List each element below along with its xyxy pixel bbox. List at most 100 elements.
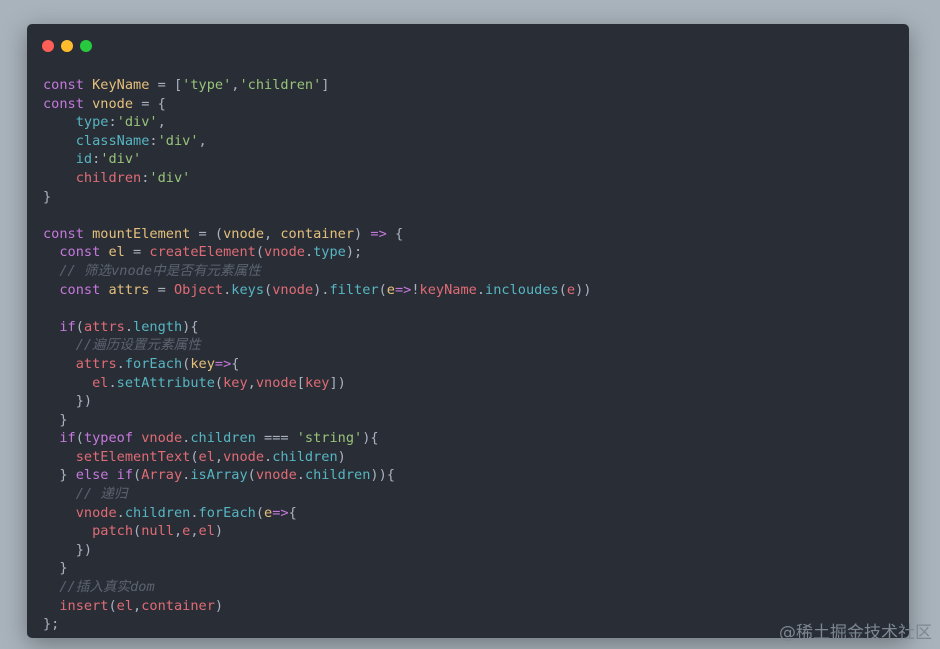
code-token-punct: ). — [313, 281, 330, 298]
code-block: const KeyName = ['type','children'] const… — [43, 76, 893, 634]
code-token-prop: type — [75, 114, 109, 131]
code-token-punct: }; — [43, 616, 60, 633]
code-line: setElementText(el,vnode.children) — [43, 448, 893, 467]
code-line: }) — [43, 541, 893, 560]
code-token-punct: ( — [264, 281, 273, 298]
code-token-keyword: if — [59, 430, 76, 447]
code-token-punct: = ( — [190, 225, 224, 242]
code-token-punct: , — [133, 597, 142, 614]
code-token-ident: vnode — [223, 448, 264, 465]
code-token-ident: el — [92, 374, 109, 391]
code-token-ident: vnode — [141, 430, 183, 447]
code-line: const vnode = { — [43, 95, 893, 114]
code-token-ident: el — [198, 448, 215, 465]
code-token-punct: . — [116, 504, 125, 521]
code-token-punct: { — [288, 504, 297, 521]
code-token-punct: , — [198, 132, 207, 149]
code-token-punct: = { — [133, 95, 166, 112]
code-token-ident: children — [75, 169, 142, 186]
code-token-punct: , — [157, 114, 166, 131]
code-token-punct: , — [214, 448, 224, 465]
code-token-punct: ) — [337, 448, 346, 465]
code-line: patch(null,e,el) — [43, 522, 893, 541]
code-line: //遍历设置元素属性 — [43, 336, 893, 355]
code-token-punct: , — [190, 523, 199, 540]
code-line: } else if(Array.isArray(vnode.children))… — [43, 466, 893, 485]
code-token-func: createElement — [149, 244, 256, 261]
code-token-punct: ) — [214, 523, 224, 540]
code-line: className:'div', — [43, 132, 893, 151]
code-token-ident: keyName — [419, 281, 477, 298]
code-token-param: e — [386, 281, 395, 298]
code-token-ident: null — [141, 523, 174, 540]
code-token-var: KeyName — [92, 77, 150, 93]
code-token-ident: Array — [141, 467, 183, 484]
code-token-string: 'div' — [116, 114, 158, 131]
code-token-punct: . — [304, 244, 314, 261]
code-token-keyword: const — [59, 244, 109, 261]
code-token-prop: children — [190, 430, 256, 447]
code-token-ident: el — [116, 597, 134, 614]
code-token-prop: children — [272, 448, 338, 465]
code-line: const el = createElement(vnode.type); — [43, 243, 893, 262]
code-token-func: patch — [92, 523, 134, 540]
code-token-punct: } — [59, 411, 68, 428]
code-token-punct: ( — [255, 244, 265, 261]
code-token-param: vnode — [223, 225, 264, 242]
code-token-prop: length — [133, 318, 183, 335]
code-token-punct: { — [386, 467, 395, 484]
code-line: }) — [43, 392, 893, 411]
code-token-keyword: => — [370, 225, 387, 242]
code-line: id:'div' — [43, 150, 893, 169]
code-token-prop: incloudes — [485, 281, 559, 298]
code-token-punct: = — [124, 244, 150, 261]
code-line: el.setAttribute(key,vnode[key]) — [43, 374, 893, 393]
code-line: children:'div' — [43, 169, 893, 188]
minimize-dot-icon[interactable] — [61, 40, 73, 52]
code-token-string: 'children' — [239, 77, 322, 93]
code-token-punct: . — [264, 448, 273, 465]
code-token-prop: children — [304, 467, 371, 484]
code-token-ident: vnode — [264, 244, 305, 261]
code-token-ident: el — [198, 523, 215, 540]
close-dot-icon[interactable] — [42, 40, 54, 52]
code-token-punct: } — [59, 560, 68, 577]
code-token-keyword: const — [43, 225, 93, 242]
code-token-punct: : — [108, 114, 117, 131]
code-token-param: container — [280, 225, 355, 242]
code-token-punct: . — [296, 467, 305, 484]
code-token-punct: ( — [190, 448, 199, 465]
code-token-ident: key — [304, 374, 330, 391]
code-line: const KeyName = ['type','children'] — [43, 76, 893, 95]
code-token-punct: : — [149, 132, 158, 149]
code-token-punct: ( — [558, 281, 567, 298]
code-token-keyword: const — [43, 77, 93, 93]
code-token-prop: children — [124, 504, 191, 521]
code-token-comment: // 筛选vnode中是否有元素属性 — [59, 262, 261, 279]
maximize-dot-icon[interactable] — [80, 40, 92, 52]
code-line: // 筛选vnode中是否有元素属性 — [43, 262, 893, 281]
code-token-punct: ( — [255, 504, 265, 521]
code-line: type:'div', — [43, 113, 893, 132]
code-token-var: mountElement — [92, 225, 191, 242]
code-token-punct: . — [190, 504, 199, 521]
code-token-func: insert — [59, 597, 109, 614]
code-token-keyword: => — [394, 281, 412, 298]
code-token-punct: ( — [108, 597, 117, 614]
code-token-ident: Object — [173, 281, 224, 298]
code-token-punct: ( — [75, 318, 84, 335]
code-token-prop: keys — [231, 281, 265, 298]
code-token-punct: === — [255, 430, 297, 447]
